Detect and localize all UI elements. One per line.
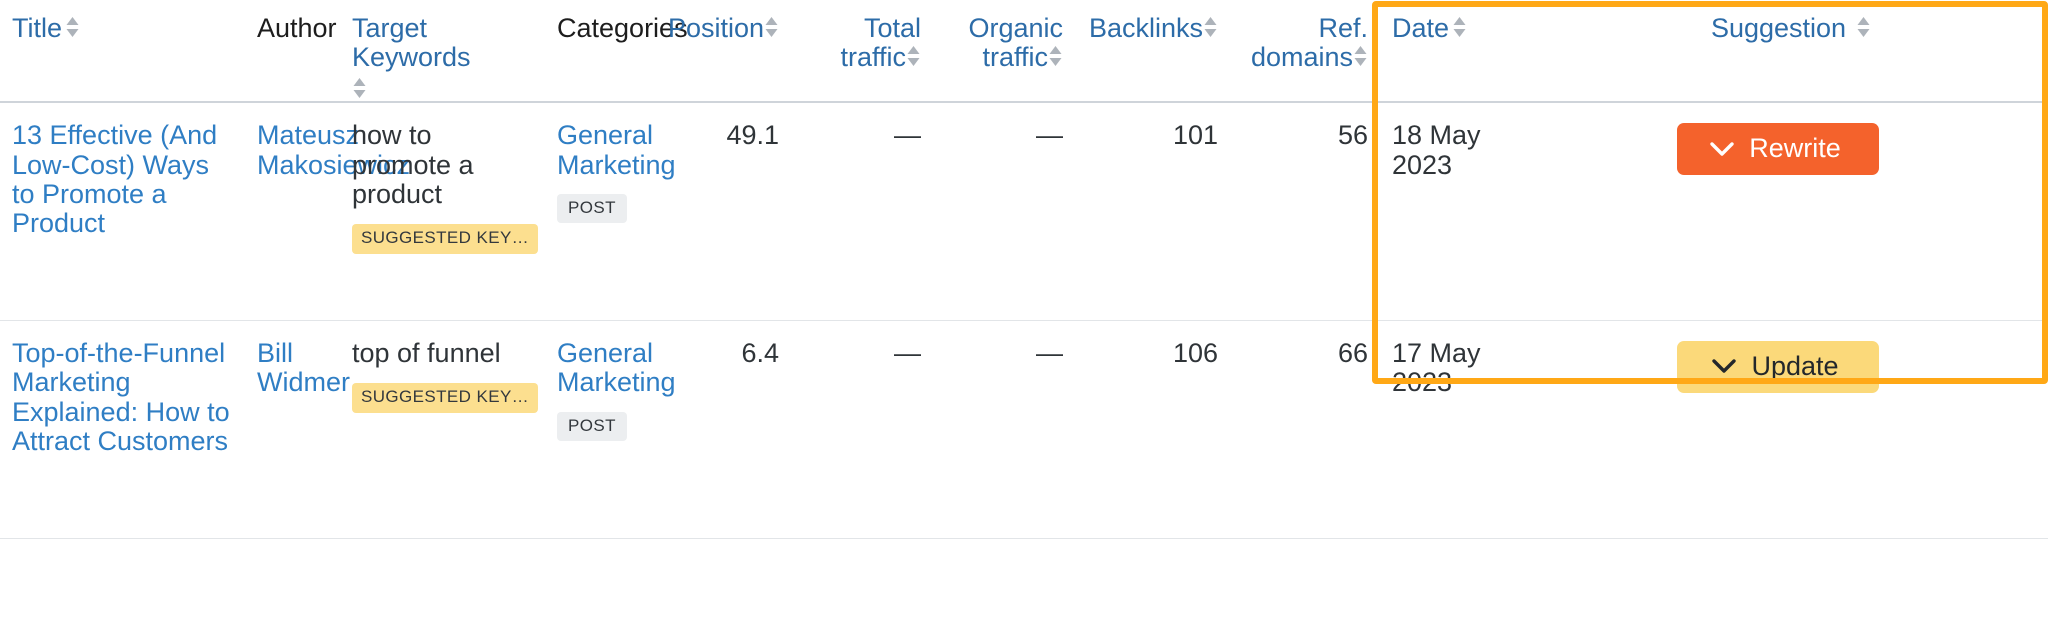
organic-traffic-value: — [1036,337,1063,368]
column-header-total-traffic[interactable]: Total traffic [791,0,933,104]
total-traffic-value: — [894,337,921,368]
cell-backlinks: 106 [1075,320,1230,539]
cell-ref-domains: 56 [1230,102,1380,321]
cell-total-traffic: — [791,320,933,539]
table-header-row: Title Author Target Keywords Categories … [0,0,2048,104]
chevron-down-icon [1709,141,1735,157]
column-header-organic-traffic[interactable]: Organic traffic [933,0,1075,104]
cell-date: 18 May 2023 [1380,102,1508,321]
cell-suggestion: Rewrite [1508,102,2048,321]
suggested-keyword-badge[interactable]: SUGGESTED KEY… [352,224,539,254]
sort-arrows-icon[interactable] [764,14,779,40]
cell-date: 17 May 2023 [1380,320,1508,539]
cell-categories: General Marketing POST [545,320,676,539]
column-header-target-keywords-label: Target Keywords [352,13,471,72]
table-header: Title Author Target Keywords Categories … [0,0,2048,104]
sort-arrows-icon[interactable] [1856,14,1871,40]
table-row[interactable]: 13 Effective (And Low-Cost) Ways to Prom… [0,102,2048,321]
cell-author: Bill Widmer [245,320,350,539]
column-header-backlinks[interactable]: Backlinks [1075,0,1230,104]
backlinks-value: 101 [1172,120,1218,151]
date-value: 17 May 2023 [1392,337,1481,398]
cell-title: Top-of-the-Funnel Marketing Explained: H… [0,320,245,539]
table-body: 13 Effective (And Low-Cost) Ways to Prom… [0,102,2048,539]
cell-total-traffic: — [791,102,933,321]
category-link[interactable]: General Marketing [557,338,676,398]
cell-organic-traffic: — [933,102,1075,321]
sort-arrows-icon[interactable] [352,75,367,101]
total-traffic-value: — [894,120,921,151]
cell-suggestion: Update [1508,320,2048,539]
column-header-suggestion-label: Suggestion [1710,13,1847,43]
article-title-link[interactable]: 13 Effective (And Low-Cost) Ways to Prom… [12,121,233,239]
position-value: 49.1 [726,120,779,151]
table-row[interactable]: Top-of-the-Funnel Marketing Explained: H… [0,320,2048,539]
column-header-ref-domains-label: Ref. domains [1250,13,1368,72]
article-title-link[interactable]: Top-of-the-Funnel Marketing Explained: H… [12,338,233,457]
sort-arrows-icon[interactable] [1048,43,1063,69]
column-header-categories: Categories [545,0,688,104]
update-suggestion-button[interactable]: Update [1677,340,1879,393]
content-type-badge: POST [557,411,627,441]
column-header-suggestion[interactable]: Suggestion [1508,0,2048,104]
sort-arrows-icon[interactable] [1452,14,1467,40]
chevron-down-icon [1711,358,1737,374]
column-header-backlinks-label: Backlinks [1088,13,1203,43]
position-value: 6.4 [741,337,779,368]
sort-arrows-icon[interactable] [65,14,80,40]
cell-ref-domains: 66 [1230,320,1380,539]
column-header-position-label: Position [667,13,764,43]
target-keyword-text: top of funnel [352,337,501,368]
cell-author: Mateusz Makosiewicz [245,102,410,321]
cell-categories: General Marketing POST [545,102,676,321]
update-suggestion-label: Update [1751,350,1839,381]
column-header-title[interactable]: Title [0,0,245,104]
content-explorer-table-screen: Title Author Target Keywords Categories … [0,0,2048,634]
cell-target-keywords: top of funnel SUGGESTED KEY… [340,320,545,539]
column-header-date-label: Date [1392,13,1450,43]
target-keyword-text: how to promote a product [352,120,474,210]
sort-arrows-icon[interactable] [1353,43,1368,69]
sort-arrows-icon[interactable] [906,43,921,69]
column-header-target-keywords[interactable]: Target Keywords [340,0,545,104]
rewrite-suggestion-button[interactable]: Rewrite [1677,123,1879,176]
column-header-position[interactable]: Position [648,0,791,104]
cell-organic-traffic: — [933,320,1075,539]
column-header-author: Author [245,0,340,104]
category-link[interactable]: General Marketing [557,121,676,180]
date-value: 18 May 2023 [1392,120,1481,180]
organic-traffic-value: — [1036,120,1063,151]
column-header-author-label: Author [257,13,337,43]
cell-title: 13 Effective (And Low-Cost) Ways to Prom… [0,102,245,321]
ref-domains-value: 66 [1337,337,1368,368]
rewrite-suggestion-label: Rewrite [1749,133,1841,164]
articles-table: Title Author Target Keywords Categories … [0,0,2048,539]
content-type-badge: POST [557,194,627,224]
ref-domains-value: 56 [1337,120,1368,151]
column-header-ref-domains[interactable]: Ref. domains [1230,0,1380,104]
column-header-date[interactable]: Date [1380,0,1508,104]
sort-arrows-icon[interactable] [1203,14,1218,40]
cell-target-keywords: how to promote a product SUGGESTED KEY… [340,102,545,321]
cell-backlinks: 101 [1075,102,1230,321]
backlinks-value: 106 [1172,337,1218,368]
author-link[interactable]: Bill Widmer [257,338,350,398]
column-header-title-label: Title [12,13,63,43]
suggested-keyword-badge[interactable]: SUGGESTED KEY… [352,383,539,413]
